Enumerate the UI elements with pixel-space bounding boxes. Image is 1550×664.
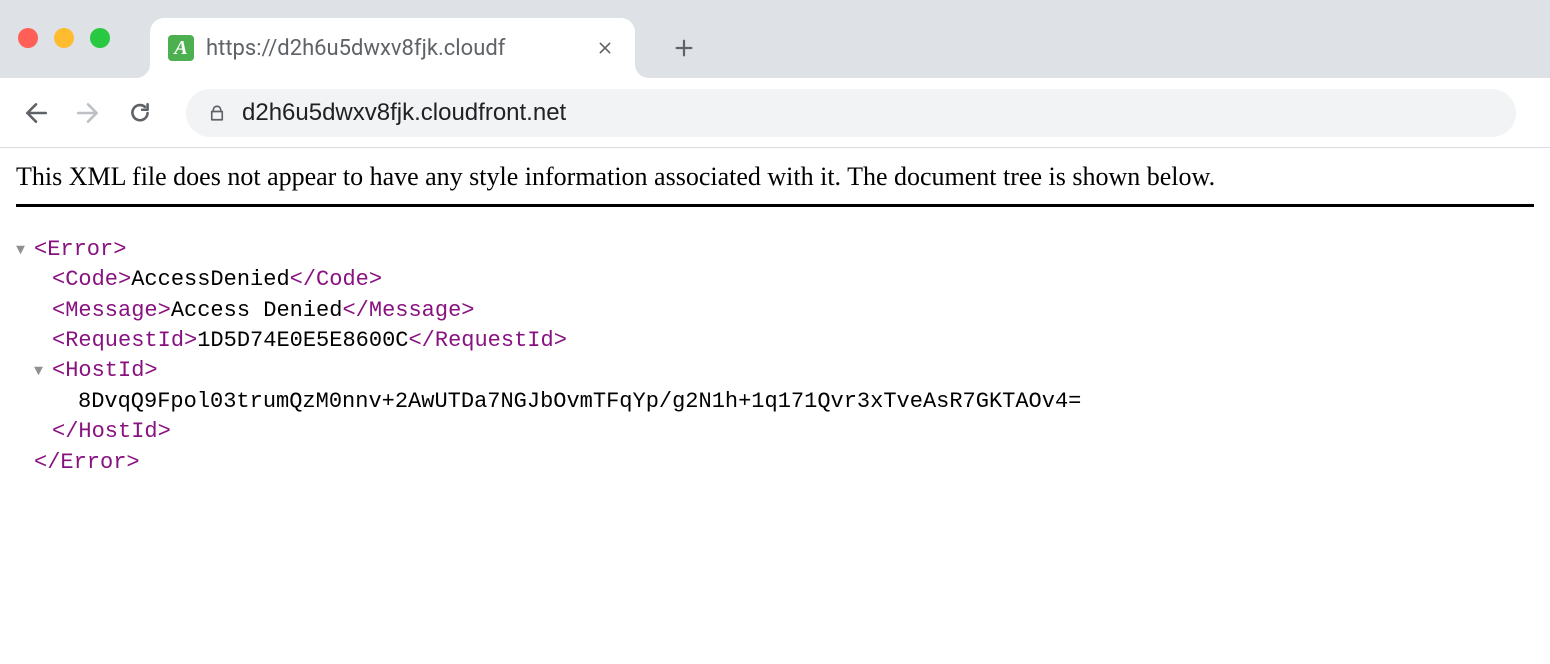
close-icon [597,40,613,56]
arrow-right-icon [75,100,101,126]
window-controls [18,28,110,48]
browser-tabstrip-area: A https://d2h6u5dwxv8fjk.cloudf [0,0,1550,78]
window-minimize-button[interactable] [54,28,74,48]
xml-hostid-close: </HostId> [16,417,1534,447]
disclosure-triangle-icon[interactable]: ▼ [34,362,52,383]
window-zoom-button[interactable] [90,28,110,48]
xml-message-node: <Message>Access Denied</Message> [16,296,1534,326]
tabstrip: A https://d2h6u5dwxv8fjk.cloudf [150,18,705,78]
disclosure-triangle-icon[interactable]: ▼ [16,241,34,262]
tab-title: https://d2h6u5dwxv8fjk.cloudf [206,36,581,61]
reload-icon [127,100,153,126]
xml-code-node: <Code>AccessDenied</Code> [16,265,1534,295]
url-text: d2h6u5dwxv8fjk.cloudfront.net [242,99,566,127]
reload-button[interactable] [118,91,162,135]
plus-icon [673,37,695,59]
forward-button[interactable] [66,91,110,135]
browser-toolbar: d2h6u5dwxv8fjk.cloudfront.net [0,78,1550,148]
xml-tree: ▼<Error> <Code>AccessDenied</Code> <Mess… [16,235,1534,478]
page-content: This XML file does not appear to have an… [0,148,1550,492]
favicon-icon: A [168,35,194,61]
address-bar[interactable]: d2h6u5dwxv8fjk.cloudfront.net [186,89,1516,137]
xml-no-style-banner: This XML file does not appear to have an… [16,162,1534,207]
xml-hostid-open[interactable]: ▼<HostId> [16,356,1534,386]
window-close-button[interactable] [18,28,38,48]
tab-close-button[interactable] [593,36,617,60]
xml-error-close: </Error> [16,448,1534,478]
browser-tab-active[interactable]: A https://d2h6u5dwxv8fjk.cloudf [150,18,635,78]
new-tab-button[interactable] [663,27,705,69]
lock-icon [208,104,226,122]
xml-error-open[interactable]: ▼<Error> [16,235,1534,265]
xml-requestid-node: <RequestId>1D5D74E0E5E8600C</RequestId> [16,326,1534,356]
arrow-left-icon [23,100,49,126]
back-button[interactable] [14,91,58,135]
xml-hostid-value: 8DvqQ9Fpol03trumQzM0nnv+2AwUTDa7NGJbOvmT… [16,387,1534,417]
